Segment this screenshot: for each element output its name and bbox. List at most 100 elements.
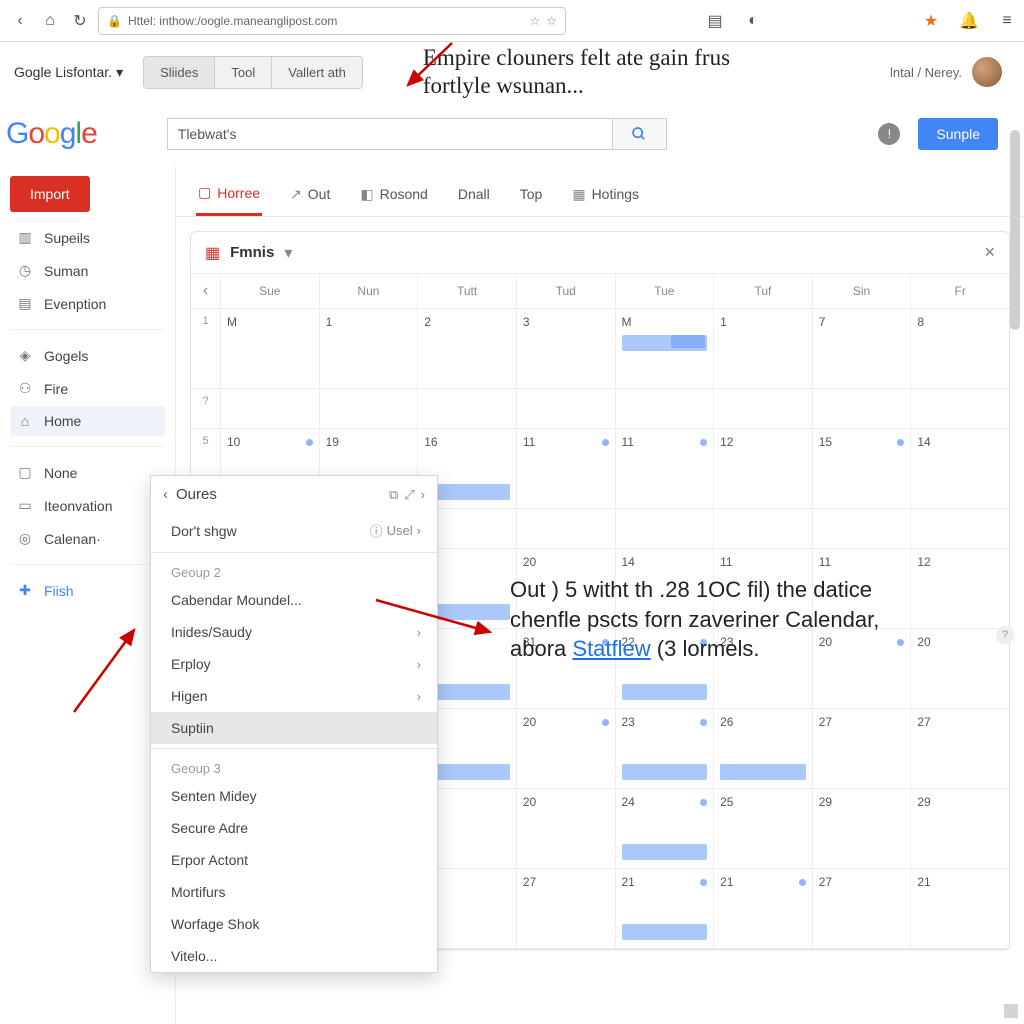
tab-hotings[interactable]: ▦Hotings bbox=[570, 178, 641, 215]
google-logo[interactable]: Google bbox=[6, 117, 97, 151]
calendar-cell[interactable] bbox=[616, 509, 715, 548]
chevron-down-icon[interactable]: ▾ bbox=[284, 243, 292, 263]
sidebar-item-suman[interactable]: ◷Suman bbox=[10, 255, 165, 286]
sidebar-item-fiish[interactable]: ✚Fiish bbox=[10, 575, 165, 606]
calendar-cell[interactable]: 21 bbox=[616, 869, 715, 948]
tab-rosond[interactable]: ◧Rosond bbox=[358, 178, 430, 215]
prev-button[interactable]: ‹ bbox=[191, 274, 221, 308]
calendar-cell[interactable] bbox=[616, 389, 715, 428]
calendar-cell[interactable]: 27 bbox=[813, 709, 912, 788]
ctx-item-mortifurs[interactable]: Mortifurs bbox=[151, 876, 437, 908]
event-chip[interactable] bbox=[622, 684, 708, 700]
calendar-cell[interactable]: 8 bbox=[911, 309, 1009, 388]
event-chip[interactable] bbox=[622, 764, 708, 780]
reload-button[interactable]: ↻ bbox=[68, 9, 92, 33]
calendar-cell[interactable]: 2 bbox=[418, 309, 517, 388]
forward-icon[interactable]: › bbox=[421, 487, 425, 502]
resize-handle[interactable] bbox=[1004, 1004, 1018, 1018]
tab-tool[interactable]: Tool bbox=[215, 57, 272, 88]
annotation-link[interactable]: Statflew bbox=[572, 636, 650, 661]
menu-icon[interactable]: ≡ bbox=[998, 12, 1016, 30]
bookmark2-icon[interactable]: ☆ bbox=[546, 14, 557, 28]
event-chip[interactable] bbox=[622, 924, 708, 940]
calendar-cell[interactable]: 21 bbox=[911, 869, 1009, 948]
primary-button[interactable]: Sunple bbox=[918, 118, 998, 150]
home-button[interactable]: ⌂ bbox=[38, 9, 62, 33]
avatar[interactable] bbox=[972, 57, 1002, 87]
calendar-cell[interactable]: 7 bbox=[813, 309, 912, 388]
sidebar-item-supeils[interactable]: ▥Supeils bbox=[10, 222, 165, 253]
calendar-cell[interactable]: 29 bbox=[813, 789, 912, 868]
sidebar-item-calenan[interactable]: ◎Calenan· bbox=[10, 523, 165, 554]
calendar-cell[interactable]: 15 bbox=[813, 429, 912, 508]
event-chip[interactable] bbox=[720, 764, 806, 780]
calendar-cell[interactable] bbox=[813, 509, 912, 548]
sidebar-item-itenovation[interactable]: ▭Iteonvation bbox=[10, 490, 165, 521]
calendar-cell[interactable]: 20 bbox=[517, 709, 616, 788]
calendar-cell[interactable] bbox=[221, 389, 320, 428]
calendar-cell[interactable] bbox=[911, 389, 1009, 428]
ctx-item-suptin[interactable]: Suptiin bbox=[151, 712, 437, 744]
calendar-cell[interactable]: 29 bbox=[911, 789, 1009, 868]
calendar-cell[interactable]: 23 bbox=[616, 709, 715, 788]
calendar-cell[interactable] bbox=[911, 509, 1009, 548]
calendar-cell[interactable]: 20 bbox=[517, 789, 616, 868]
sidebar-item-fire[interactable]: ⚇Fire bbox=[10, 373, 165, 404]
tab-top[interactable]: Top bbox=[518, 178, 545, 214]
calendar-cell[interactable]: M bbox=[616, 309, 715, 388]
calendar-cell[interactable]: 12 bbox=[714, 429, 813, 508]
calendar-cell[interactable] bbox=[517, 509, 616, 548]
calendar-cell[interactable]: 11 bbox=[517, 429, 616, 508]
chat-icon[interactable]: ! bbox=[878, 123, 900, 145]
sidebar-item-gogels[interactable]: ◈Gogels bbox=[10, 340, 165, 371]
calendar-cell[interactable]: 27 bbox=[911, 709, 1009, 788]
expand-icon[interactable]: ⤢ bbox=[404, 487, 414, 503]
tab-slides[interactable]: Sliides bbox=[144, 57, 215, 88]
calendar-cell[interactable]: 11 bbox=[616, 429, 715, 508]
bookmark-icon[interactable]: ☆ bbox=[529, 14, 540, 28]
event-chip[interactable] bbox=[622, 844, 708, 860]
calendar-cell[interactable] bbox=[517, 389, 616, 428]
calendar-cell[interactable] bbox=[714, 389, 813, 428]
app-switcher[interactable]: Gogle Lisfontar.▾ bbox=[6, 60, 131, 85]
close-button[interactable]: × bbox=[984, 242, 995, 263]
tab-dnall[interactable]: Dnall bbox=[456, 178, 492, 214]
extension-icon[interactable]: ▤ bbox=[706, 12, 724, 30]
tab-horree[interactable]: ▢Horree bbox=[196, 176, 262, 216]
ctx-item-cabendar[interactable]: Cabendar Moundel... bbox=[151, 584, 437, 616]
calendar-cell[interactable]: 27 bbox=[813, 869, 912, 948]
grid-icon[interactable]: ⧉ bbox=[389, 487, 398, 503]
back-icon[interactable]: ‹ bbox=[163, 486, 168, 503]
sidebar-item-evenption[interactable]: ▤Evenption bbox=[10, 288, 165, 319]
calendar-cell[interactable]: 1 bbox=[714, 309, 813, 388]
search-button[interactable] bbox=[612, 119, 666, 149]
ctx-item-worfage[interactable]: Worfage Shok bbox=[151, 908, 437, 940]
calendar-cell[interactable]: M bbox=[221, 309, 320, 388]
ctx-item-inides[interactable]: Inides/Saudy› bbox=[151, 616, 437, 648]
calendar-cell[interactable]: 3 bbox=[517, 309, 616, 388]
calendar-cell[interactable]: 26 bbox=[714, 709, 813, 788]
extension2-icon[interactable]: ◐ bbox=[744, 12, 762, 30]
ctx-item-erploy[interactable]: Erploy› bbox=[151, 648, 437, 680]
calendar-cell[interactable]: 24 bbox=[616, 789, 715, 868]
ctx-item-secure[interactable]: Secure Adre bbox=[151, 812, 437, 844]
calendar-cell[interactable] bbox=[418, 389, 517, 428]
back-button[interactable]: ‹ bbox=[8, 9, 32, 33]
calendar-cell[interactable]: 21 bbox=[714, 869, 813, 948]
ctx-dont-show[interactable]: Dor't shgw ⓘUsel › bbox=[151, 513, 437, 548]
calendar-cell[interactable]: 1 bbox=[320, 309, 419, 388]
side-badge[interactable]: ? bbox=[996, 626, 1014, 644]
calendar-cell[interactable]: 27 bbox=[517, 869, 616, 948]
import-button[interactable]: Import bbox=[10, 176, 90, 212]
url-bar[interactable]: 🔒 Httel: inthow:/oogle.maneanglipost.com… bbox=[98, 7, 566, 35]
favorite-icon[interactable]: ★ bbox=[922, 12, 940, 30]
sidebar-item-none[interactable]: ▢None bbox=[10, 457, 165, 488]
calendar-cell[interactable]: 25 bbox=[714, 789, 813, 868]
calendar-cell[interactable] bbox=[320, 389, 419, 428]
tab-out[interactable]: ↗Out bbox=[288, 178, 332, 215]
ctx-item-higen[interactable]: Higen› bbox=[151, 680, 437, 712]
calendar-cell[interactable] bbox=[714, 509, 813, 548]
calendar-cell[interactable]: 14 bbox=[911, 429, 1009, 508]
ctx-item-vitelo[interactable]: Vitelo... bbox=[151, 940, 437, 972]
calendar-cell[interactable] bbox=[813, 389, 912, 428]
